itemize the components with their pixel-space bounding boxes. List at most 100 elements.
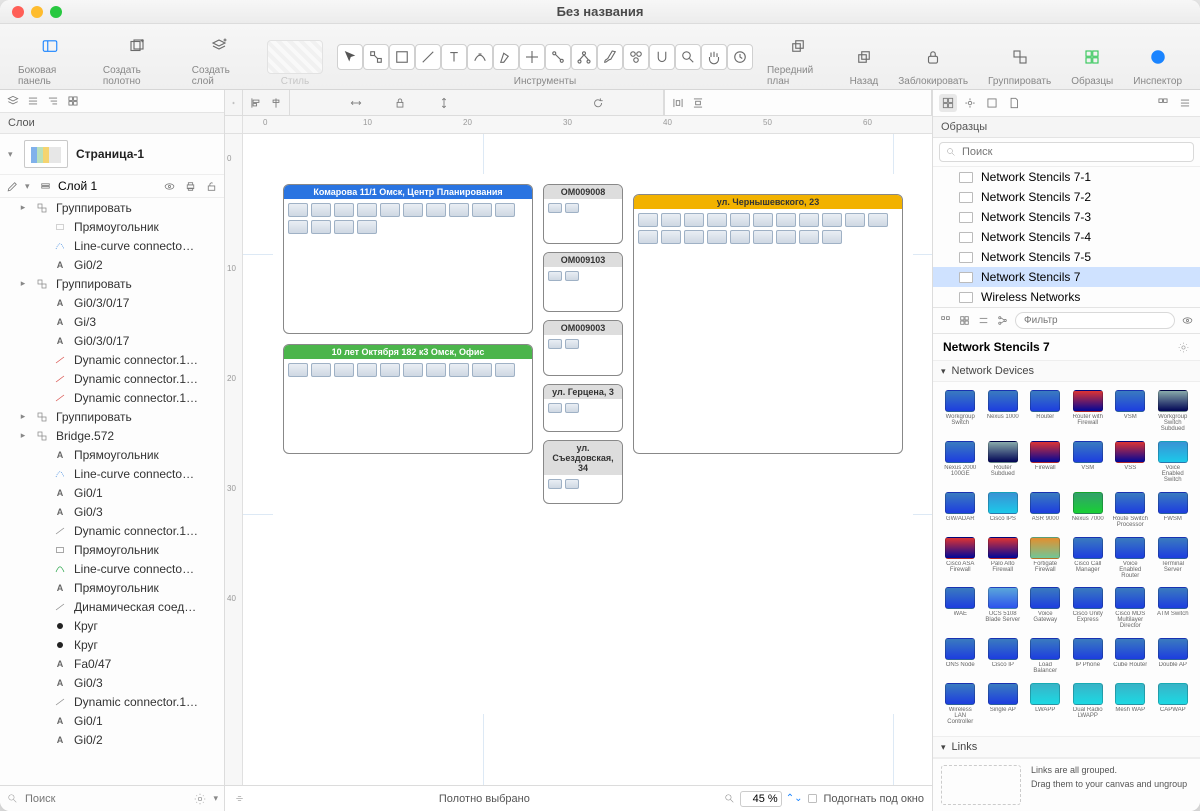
stencil-shape[interactable]: VSM <box>1111 390 1150 435</box>
outline-row[interactable]: ▸Bridge.572 <box>0 426 224 445</box>
node-tool[interactable] <box>363 44 389 70</box>
outline-row[interactable]: AGi0/1 <box>0 483 224 502</box>
outline-view-icon[interactable] <box>46 94 60 108</box>
stencil-shape[interactable]: Voice Enabled Router <box>1111 537 1150 582</box>
diagram-cluster[interactable]: OM009003 <box>543 320 623 376</box>
outline-row[interactable]: Dynamic connector.1… <box>0 388 224 407</box>
stencil-shape[interactable]: ASR 9000 <box>1026 492 1065 531</box>
outline-row[interactable]: ▸Группировать <box>0 198 224 217</box>
text-on-path-tool[interactable] <box>467 44 493 70</box>
diagram-cluster[interactable]: ул. Съездовская, 34 <box>543 440 623 504</box>
outline-row[interactable]: Круг <box>0 635 224 654</box>
stencil-shape[interactable]: FWSM <box>1154 492 1193 531</box>
zoom-input[interactable] <box>740 791 782 807</box>
toolbar-new-layer[interactable]: Создать слой <box>182 28 257 87</box>
outline-row[interactable]: Динамическая соед… <box>0 597 224 616</box>
zoom-tool[interactable] <box>675 44 701 70</box>
outline-row[interactable]: Прямоугольник <box>0 540 224 559</box>
diagram-cluster[interactable]: ул. Герцена, 3 <box>543 384 623 432</box>
subgraph-tool[interactable] <box>571 44 597 70</box>
magnet-tool[interactable] <box>649 44 675 70</box>
toolbar-new-canvas[interactable]: Создать полотно <box>93 28 182 87</box>
outline-row[interactable]: Dynamic connector.1… <box>0 350 224 369</box>
hand-tool[interactable] <box>701 44 727 70</box>
stencil-shape[interactable]: Voice Enabled Switch <box>1154 441 1193 486</box>
gear-icon[interactable] <box>1177 341 1190 354</box>
stencils-tab[interactable] <box>939 94 957 112</box>
outline-row[interactable]: AGi0/3 <box>0 673 224 692</box>
shape-grid[interactable]: Workgroup SwitchNexus 1000RouterRouter w… <box>933 382 1200 736</box>
outline-row[interactable]: AGi/3 <box>0 312 224 331</box>
stencil-shape[interactable]: Cisco Call Manager <box>1069 537 1108 582</box>
outline-row[interactable]: Line-curve connecto… <box>0 464 224 483</box>
stencil-shape[interactable]: ONS Node <box>941 638 980 677</box>
outline-row[interactable]: Dynamic connector.1… <box>0 369 224 388</box>
stencil-shape[interactable]: Route Switch Processor <box>1111 492 1150 531</box>
outline-row[interactable]: AGi0/3/0/17 <box>0 293 224 312</box>
dist-h-icon[interactable] <box>671 96 685 110</box>
line-tool[interactable] <box>415 44 441 70</box>
stencil-set-row[interactable]: Network Stencils 7-1 <box>933 167 1200 187</box>
stencil-set-row[interactable]: Network Stencils 7-2 <box>933 187 1200 207</box>
brush-tool[interactable] <box>597 44 623 70</box>
action-tool[interactable] <box>727 44 753 70</box>
gear-icon[interactable] <box>193 792 207 806</box>
stencil-shape[interactable]: Voice Gateway <box>1026 587 1065 632</box>
text-tool[interactable] <box>441 44 467 70</box>
stencil-shape[interactable]: IP Phone <box>1069 638 1108 677</box>
stencil-shape[interactable]: Workgroup Switch Subdued <box>1154 390 1193 435</box>
list-view-icon[interactable] <box>26 94 40 108</box>
stamp-tool[interactable] <box>623 44 649 70</box>
unlock-icon[interactable] <box>205 180 218 193</box>
grid-view-icon[interactable] <box>66 94 80 108</box>
stencil-shape[interactable]: Cisco Unity Express <box>1069 587 1108 632</box>
stencil-shape[interactable]: ATM Switch <box>1154 587 1193 632</box>
toolbar-style[interactable]: Стиль <box>257 28 333 87</box>
grid-icon[interactable] <box>1154 94 1172 112</box>
stencil-shape[interactable]: UCS 5108 Blade Server <box>984 587 1023 632</box>
stencil-set-row[interactable]: Wireless Networks <box>933 287 1200 307</box>
list-icon[interactable] <box>977 314 990 327</box>
stencil-shape[interactable]: Firewall <box>1026 441 1065 486</box>
toolbar-inspector[interactable]: i Инспектор <box>1123 28 1192 87</box>
stencil-shape[interactable]: VSM <box>1069 441 1108 486</box>
canvas[interactable]: Комарова 11/1 Омск, Центр Планирования10… <box>243 134 932 785</box>
stencil-filter-input[interactable] <box>1015 312 1175 329</box>
diagram-cluster[interactable]: ул. Чернышевского, 23 <box>633 194 903 454</box>
align-center-icon[interactable] <box>269 96 283 110</box>
outline-row[interactable]: AGi0/2 <box>0 730 224 749</box>
stencil-shape[interactable]: VSS <box>1111 441 1150 486</box>
canvas-row[interactable]: ▾ Страница-1 <box>0 134 224 175</box>
outline-row[interactable]: ▸Группировать <box>0 407 224 426</box>
tree-icon[interactable] <box>996 314 1009 327</box>
pen-tool[interactable] <box>493 44 519 70</box>
stencil-shape[interactable]: Dual Radio LWAPP <box>1069 683 1108 728</box>
resize-h-icon[interactable] <box>349 96 363 110</box>
layers-view-icon[interactable] <box>6 94 20 108</box>
stencil-shape[interactable]: Palo Alto Firewall <box>984 537 1023 582</box>
stencil-shape[interactable]: WAE <box>941 587 980 632</box>
outline-row[interactable]: AFa0/47 <box>0 654 224 673</box>
stencil-shape[interactable]: Cisco MDS Multilayer Director <box>1111 587 1150 632</box>
stencil-set-row[interactable]: Network Stencils 7-5 <box>933 247 1200 267</box>
ruler-top[interactable]: 0102030405060 <box>225 116 932 134</box>
stencil-shape[interactable]: Nexus 1000 <box>984 390 1023 435</box>
grid-snap-icon[interactable] <box>233 792 246 805</box>
fit-icon[interactable] <box>806 792 819 805</box>
stencil-shape[interactable]: Mesh WAP <box>1111 683 1150 728</box>
align-left-icon[interactable] <box>249 96 263 110</box>
stencil-shape[interactable]: Cisco IPS <box>984 492 1023 531</box>
shape-tool[interactable] <box>389 44 415 70</box>
stencil-shape[interactable]: Wireless LAN Controller <box>941 683 980 728</box>
stencil-shape[interactable]: Fortigate Firewall <box>1026 537 1065 582</box>
stencil-shape[interactable]: CAPWAP <box>1154 683 1193 728</box>
diagram-cluster[interactable]: OM009008 <box>543 184 623 244</box>
stencil-shape[interactable]: Load Balancer <box>1026 638 1065 677</box>
pointer-tool[interactable] <box>337 44 363 70</box>
outline-row[interactable]: Прямоугольник <box>0 217 224 236</box>
stencil-shape[interactable]: LWAPP <box>1026 683 1065 728</box>
lock-aspect-icon[interactable] <box>393 96 407 110</box>
stencil-shape[interactable]: Single AP <box>984 683 1023 728</box>
chevron-down-icon[interactable]: ▾ <box>25 181 33 192</box>
stencil-shape[interactable]: Router with Firewall <box>1069 390 1108 435</box>
